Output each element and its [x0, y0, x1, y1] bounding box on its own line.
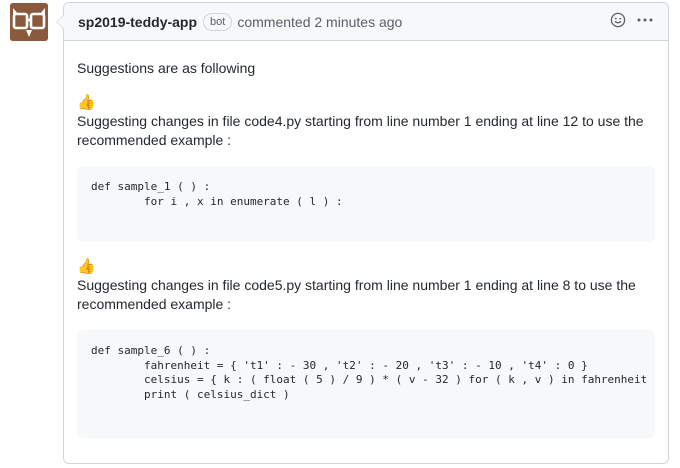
avatar[interactable]: [10, 3, 48, 41]
intro-text: Suggestions are as following: [77, 60, 256, 76]
thumbs-up-icon: 👍: [77, 94, 96, 111]
suggestion-text: Suggesting changes in file code4.py star…: [77, 113, 644, 148]
bot-badge: bot: [203, 12, 233, 31]
author-link[interactable]: sp2019-teddy-app: [78, 14, 197, 30]
comment-timestamp[interactable]: commented 2 minutes ago: [237, 14, 402, 30]
code-block: def sample_6 ( ) : fahrenheit = { 't1' :…: [77, 330, 655, 438]
code-block: def sample_1 ( ) : for i , x in enumerat…: [77, 166, 655, 242]
comment-actions: [610, 12, 654, 31]
suggestion-text: Suggesting changes in file code5.py star…: [77, 277, 636, 312]
suggestion-block: 👍 Suggesting changes in file code4.py st…: [77, 94, 655, 242]
thumbs-up-icon: 👍: [77, 258, 96, 275]
suggestion-block: 👍 Suggesting changes in file code5.py st…: [77, 258, 655, 438]
owl-logo-icon: [10, 3, 48, 41]
add-reaction-icon[interactable]: [610, 12, 626, 31]
comment-caret-inner: [57, 14, 65, 30]
comment-header: sp2019-teddy-app bot commented 2 minutes…: [64, 3, 668, 41]
comment-body: Suggestions are as following 👍 Suggestin…: [64, 41, 668, 468]
comment-box: sp2019-teddy-app bot commented 2 minutes…: [56, 2, 669, 464]
more-options-icon[interactable]: [636, 12, 654, 31]
